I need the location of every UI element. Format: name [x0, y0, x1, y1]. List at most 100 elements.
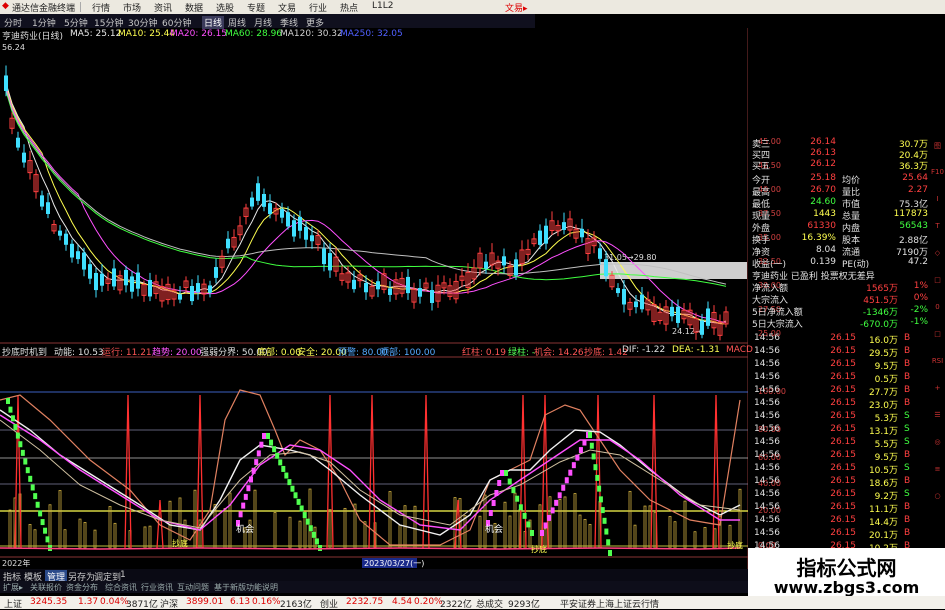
flow-value: -670.0万 — [859, 320, 898, 330]
indicator-dash — [602, 517, 607, 524]
candle-body — [4, 75, 8, 91]
signal-spike — [14, 394, 22, 549]
sub-tab-3[interactable]: 综合资讯 — [105, 582, 137, 593]
candle-body — [562, 222, 566, 230]
indicator-dash — [561, 484, 566, 491]
indicator-dash — [500, 470, 504, 476]
indicator-bar — [413, 505, 417, 549]
flow-row: 净流入额 1565万 1% — [748, 281, 932, 294]
order-price: 26.12 — [810, 159, 836, 169]
order-price: 26.13 — [810, 148, 836, 158]
candle-body — [328, 253, 332, 271]
indicator-dash — [608, 550, 612, 556]
candle-body — [298, 216, 302, 231]
chart-area[interactable]: 31.05→29.80 56.24 24.12→ 机会 机会 抄底 抄底 抄底 … — [0, 0, 748, 569]
sub-tab-4[interactable]: 行业资讯 — [141, 582, 173, 593]
candle-body — [196, 283, 200, 293]
tick-time: 14:56 — [754, 450, 780, 460]
tick-time: 14:56 — [754, 515, 780, 525]
candle-body — [280, 208, 284, 218]
candle-body — [364, 282, 368, 293]
candle-body — [544, 225, 548, 244]
tick-volume: 14.4万 — [868, 518, 898, 528]
stat-value: 25.18 — [810, 173, 836, 183]
candle-body — [484, 261, 488, 269]
indicator-bar — [83, 522, 87, 549]
toolbar-tool-icon[interactable]: 0 — [931, 303, 944, 315]
tick-time: 14:56 — [754, 411, 780, 421]
stat-value: 117873 — [893, 209, 928, 219]
tick-volume: 27.7万 — [868, 388, 898, 398]
toolbar-tool-icon[interactable]: F10 — [931, 168, 944, 180]
indicator-dash — [318, 545, 322, 551]
candle-body — [46, 202, 50, 214]
candlesticks — [4, 65, 729, 341]
indicator-dash — [600, 507, 605, 514]
sub-tab-6[interactable]: 基于新版功能说明 — [214, 582, 278, 593]
indicator-dash — [8, 406, 13, 413]
status-bar: 上证 3245.35 1.37 0.04% 3871亿 沪深 3899.01 6.13 0.16… — [0, 596, 945, 610]
stat-row: 收益(一) 0.139 PE(动) 47.2 — [748, 257, 932, 270]
candle-body — [214, 267, 218, 278]
tick-row: 14:56 26.15 23.0万 B — [748, 398, 932, 411]
indicator-dash — [6, 398, 10, 404]
tick-direction: B — [904, 502, 911, 512]
ind-item-2: 趋势: 20.00 — [152, 348, 202, 358]
toolbar-tool-icon[interactable]: ◎ — [931, 438, 944, 450]
signal-label-2: 机会 — [485, 523, 503, 535]
indicator-bar — [328, 509, 332, 549]
tick-direction: B — [904, 333, 911, 343]
toolbar-tool-icon[interactable]: + — [931, 384, 944, 396]
indicator-name[interactable]: 抄底时机到 — [2, 345, 47, 358]
toolbar-tool-icon[interactable]: ≡ — [931, 465, 944, 477]
toolbar-tool-icon[interactable]: □ — [931, 330, 944, 342]
indicator-dash — [543, 522, 548, 529]
tick-price: 26.15 — [830, 437, 856, 447]
macd-item-0: 红柱: 0.19 — [462, 348, 506, 358]
indicator-dash — [13, 423, 18, 430]
tick-volume: 5.5万 — [874, 440, 898, 450]
tick-volume: 23.0万 — [868, 401, 898, 411]
tick-price: 26.15 — [830, 411, 856, 421]
toolbar-tool-icon[interactable]: ○ — [931, 492, 944, 504]
tick-time: 14:56 — [754, 489, 780, 499]
indicator-dash — [269, 439, 274, 446]
toolbar-tool-icon[interactable]: ◇ — [931, 249, 944, 261]
tick-time: 14:56 — [754, 502, 780, 512]
sub-tab-5[interactable]: 互动问题 — [177, 582, 209, 593]
tick-volume: 0.5万 — [874, 375, 898, 385]
indicator-dash — [238, 511, 243, 518]
sub-tab-0[interactable]: 扩展▸ — [3, 582, 23, 593]
tick-price: 26.15 — [830, 359, 856, 369]
tick-time: 14:56 — [754, 476, 780, 486]
indicator-bar — [108, 506, 112, 549]
toolbar-tool-icon[interactable]: RSI — [931, 357, 944, 369]
toolbar-tool-icon[interactable]: Ⅰ — [931, 195, 944, 207]
sub-tab-1[interactable]: 关联报价 — [30, 582, 62, 593]
tab-page[interactable]: 1 — [120, 570, 126, 580]
toolbar-tool-icon[interactable]: □ — [931, 276, 944, 288]
sub-tab-2[interactable]: 资金分布 — [66, 582, 98, 593]
stat-value: 16.39% — [801, 233, 836, 243]
candle-body — [262, 193, 266, 207]
stat-value: 56543 — [899, 221, 928, 231]
year-label: 2022年 — [2, 558, 30, 568]
toolbar-tool-icon[interactable]: 图 — [931, 141, 944, 153]
indicator-bottom-line — [0, 547, 741, 550]
tick-time: 14:56 — [754, 333, 780, 343]
candle-body — [100, 273, 104, 286]
candle-body — [58, 230, 62, 236]
indicator-dash — [604, 528, 609, 535]
toolbar-tool-icon[interactable]: ☰ — [931, 411, 944, 423]
toolbar-tool-icon[interactable]: T — [931, 222, 944, 234]
tick-time: 14:56 — [754, 424, 780, 434]
stat-value: 26.70 — [810, 185, 836, 195]
tick-row: 14:56 26.15 5.5万 S — [748, 437, 932, 450]
bottom-signal-3: 抄底 — [727, 540, 743, 550]
candle-body — [136, 272, 140, 289]
indicator-dash — [246, 485, 251, 492]
tick-volume: 9.5万 — [874, 453, 898, 463]
tick-volume: 10.5万 — [868, 466, 898, 476]
flow-percent: 0% — [913, 293, 928, 303]
tick-row: 14:56 26.15 5.3万 S — [748, 411, 932, 424]
